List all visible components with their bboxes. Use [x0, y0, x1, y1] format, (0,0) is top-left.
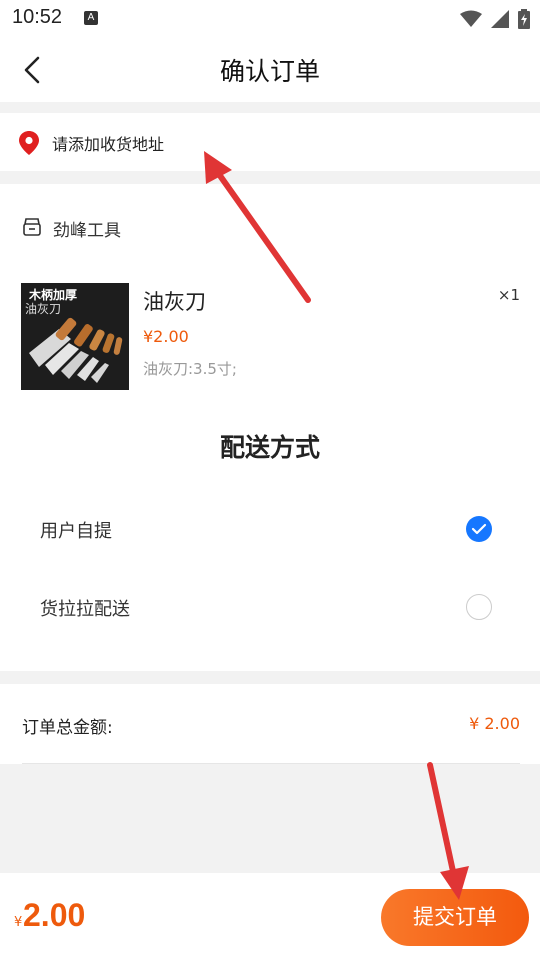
status-icons [456, 8, 530, 29]
page-title: 确认订单 [219, 57, 320, 86]
delivery-option-huolala[interactable]: 货拉拉配送 [0, 582, 540, 632]
wifi-icon [459, 10, 482, 27]
bottom-checkout-bar: ¥ 2.00 提交订单 [0, 873, 540, 960]
shop-name: 劲峰工具 [53, 221, 121, 241]
shop-icon [23, 218, 41, 236]
order-card: 劲峰工具 木柄加厚 油灰刀 油灰刀 ×1 ¥2.00 油灰刀:3.5寸; 配送方… [0, 184, 540, 671]
bottom-currency-symbol: ¥ [14, 915, 23, 930]
order-total-label: 订单总金额: [22, 718, 113, 738]
delivery-method-title: 配送方式 [219, 433, 320, 462]
signal-icon [490, 9, 509, 28]
delivery-option-self-pickup[interactable]: 用户自提 [0, 504, 540, 554]
product-quantity: ×1 [497, 286, 520, 304]
product-price: ¥2.00 [143, 327, 189, 346]
product-image-subcaption: 油灰刀 [25, 302, 62, 316]
product-spec: 油灰刀:3.5寸; [143, 360, 237, 378]
status-time: 10:52 [12, 6, 63, 28]
delivery-option-label: 货拉拉配送 [40, 599, 130, 620]
notification-badge-icon: A [84, 11, 98, 25]
product-image[interactable]: 木柄加厚 油灰刀 [21, 283, 129, 390]
radio-checked-icon[interactable] [466, 516, 492, 542]
bottom-total-price: 2.00 [23, 897, 86, 933]
radio-unchecked-icon[interactable] [466, 594, 492, 620]
battery-icon [518, 8, 530, 29]
add-address-row[interactable]: 请添加收货地址 [0, 113, 540, 171]
divider [22, 763, 520, 764]
delivery-option-label: 用户自提 [40, 521, 112, 542]
location-pin-icon [19, 131, 39, 155]
status-bar: 10:52 A [0, 0, 540, 38]
nav-bar: 确认订单 [0, 38, 540, 102]
order-total-value: ¥ 2.00 [469, 714, 520, 733]
add-address-label: 请添加收货地址 [52, 135, 165, 154]
product-name: 油灰刀 [143, 290, 206, 314]
submit-order-button[interactable]: 提交订单 [381, 889, 529, 946]
order-total-card: 订单总金额: ¥ 2.00 [0, 684, 540, 764]
